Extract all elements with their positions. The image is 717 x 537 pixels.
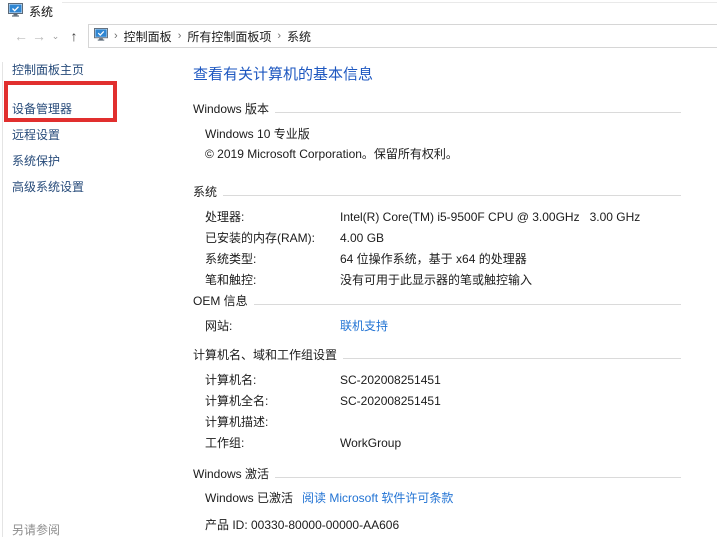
- system-control-panel-window: 系统 ← → ⌄ ↑ › 控制面板 › 所有控制面板项 › 系统 控制面板主页 …: [0, 0, 717, 537]
- table-row: 网站: 联机支持: [205, 316, 681, 337]
- computer-name-label: 计算机名:: [205, 370, 340, 391]
- sidebar-item-control-panel-home[interactable]: 控制面板主页: [12, 62, 177, 79]
- online-support-link[interactable]: 联机支持: [340, 316, 388, 337]
- full-computer-name-label: 计算机全名:: [205, 391, 340, 412]
- section-header: OEM 信息: [193, 293, 254, 309]
- ram-value: 4.00 GB: [340, 228, 384, 249]
- workgroup-value: WorkGroup: [340, 433, 401, 454]
- section-header: 计算机名、域和工作组设置: [193, 347, 343, 363]
- back-button[interactable]: ←: [12, 26, 30, 46]
- tabbar-divider: [62, 2, 717, 3]
- table-row: 已安装的内存(RAM): 4.00 GB: [205, 228, 681, 249]
- red-highlight-annotation: [4, 81, 117, 122]
- breadcrumb-separator-icon: ›: [178, 30, 182, 42]
- full-computer-name-value: SC-202008251451: [340, 391, 441, 412]
- computer-name-value: SC-202008251451: [340, 370, 441, 391]
- processor-value: Intel(R) Core(TM) i5-9500F CPU @ 3.00GHz…: [340, 207, 640, 228]
- system-monitor-icon: [94, 28, 108, 44]
- windows-edition-text: Windows 10 专业版: [205, 124, 681, 144]
- section-header: 系统: [193, 184, 223, 200]
- system-monitor-icon: [8, 3, 23, 20]
- sidebar-item-advanced-system-settings[interactable]: 高级系统设置: [12, 179, 177, 196]
- system-type-label: 系统类型:: [205, 249, 340, 270]
- sidebar-item-system-protection[interactable]: 系统保护: [12, 153, 177, 170]
- page-title: 查看有关计算机的基本信息: [193, 64, 681, 86]
- pen-touch-label: 笔和触控:: [205, 270, 340, 291]
- main-content: 查看有关计算机的基本信息 Windows 版本 Windows 10 专业版 ©…: [193, 64, 681, 534]
- table-row: 处理器: Intel(R) Core(TM) i5-9500F CPU @ 3.…: [205, 207, 681, 228]
- tab-title: 系统: [29, 3, 53, 20]
- breadcrumb-control-panel[interactable]: 控制面板: [124, 28, 172, 45]
- tab-system[interactable]: 系统: [0, 0, 53, 22]
- table-row: 计算机名: SC-202008251451: [205, 370, 681, 391]
- section-computer-name: 计算机名、域和工作组设置: [193, 347, 681, 363]
- address-bar[interactable]: › 控制面板 › 所有控制面板项 › 系统: [88, 24, 717, 48]
- section-rule: [223, 195, 681, 196]
- section-rule: [343, 358, 681, 359]
- table-row: 系统类型: 64 位操作系统，基于 x64 的处理器: [205, 249, 681, 270]
- navigation-bar: ← → ⌄ ↑ › 控制面板 › 所有控制面板项 › 系统: [0, 22, 717, 50]
- table-row: 计算机描述:: [205, 412, 681, 433]
- website-label: 网站:: [205, 316, 340, 337]
- ram-label: 已安装的内存(RAM):: [205, 228, 340, 249]
- product-id-text: 产品 ID: 00330-80000-00000-AA606: [205, 516, 681, 534]
- section-header: Windows 版本: [193, 101, 275, 117]
- up-button[interactable]: ↑: [66, 26, 82, 46]
- sidebar-item-remote-settings[interactable]: 远程设置: [12, 127, 177, 144]
- window-left-edge: [2, 62, 3, 537]
- table-row: 计算机全名: SC-202008251451: [205, 391, 681, 412]
- section-header: Windows 激活: [193, 466, 275, 482]
- table-row: 笔和触控: 没有可用于此显示器的笔或触控输入: [205, 270, 681, 291]
- section-oem: OEM 信息: [193, 293, 681, 309]
- see-also-label: 另请参阅: [12, 521, 60, 537]
- activation-status-text: Windows 已激活: [205, 489, 293, 507]
- computer-description-label: 计算机描述:: [205, 412, 340, 433]
- processor-label: 处理器:: [205, 207, 340, 228]
- workgroup-label: 工作组:: [205, 433, 340, 454]
- pen-touch-value: 没有可用于此显示器的笔或触控输入: [340, 270, 532, 291]
- section-rule: [254, 304, 681, 305]
- table-row: 工作组: WorkGroup: [205, 433, 681, 454]
- breadcrumb-system[interactable]: 系统: [287, 28, 311, 45]
- breadcrumb-separator-icon: ›: [114, 30, 118, 42]
- breadcrumb-separator-icon: ›: [277, 30, 281, 42]
- section-system: 系统: [193, 184, 681, 200]
- section-rule: [275, 112, 681, 113]
- license-terms-link[interactable]: 阅读 Microsoft 软件许可条款: [302, 489, 453, 507]
- forward-button[interactable]: →: [30, 26, 48, 46]
- section-windows-activation: Windows 激活: [193, 466, 681, 482]
- section-rule: [275, 477, 681, 478]
- tab-bar: 系统: [0, 0, 717, 22]
- copyright-text: © 2019 Microsoft Corporation。保留所有权利。: [205, 144, 681, 164]
- section-windows-version: Windows 版本: [193, 101, 681, 117]
- breadcrumb-all-items[interactable]: 所有控制面板项: [187, 28, 271, 45]
- recent-pages-chevron-icon[interactable]: ⌄: [50, 26, 61, 46]
- system-type-value: 64 位操作系统，基于 x64 的处理器: [340, 249, 527, 270]
